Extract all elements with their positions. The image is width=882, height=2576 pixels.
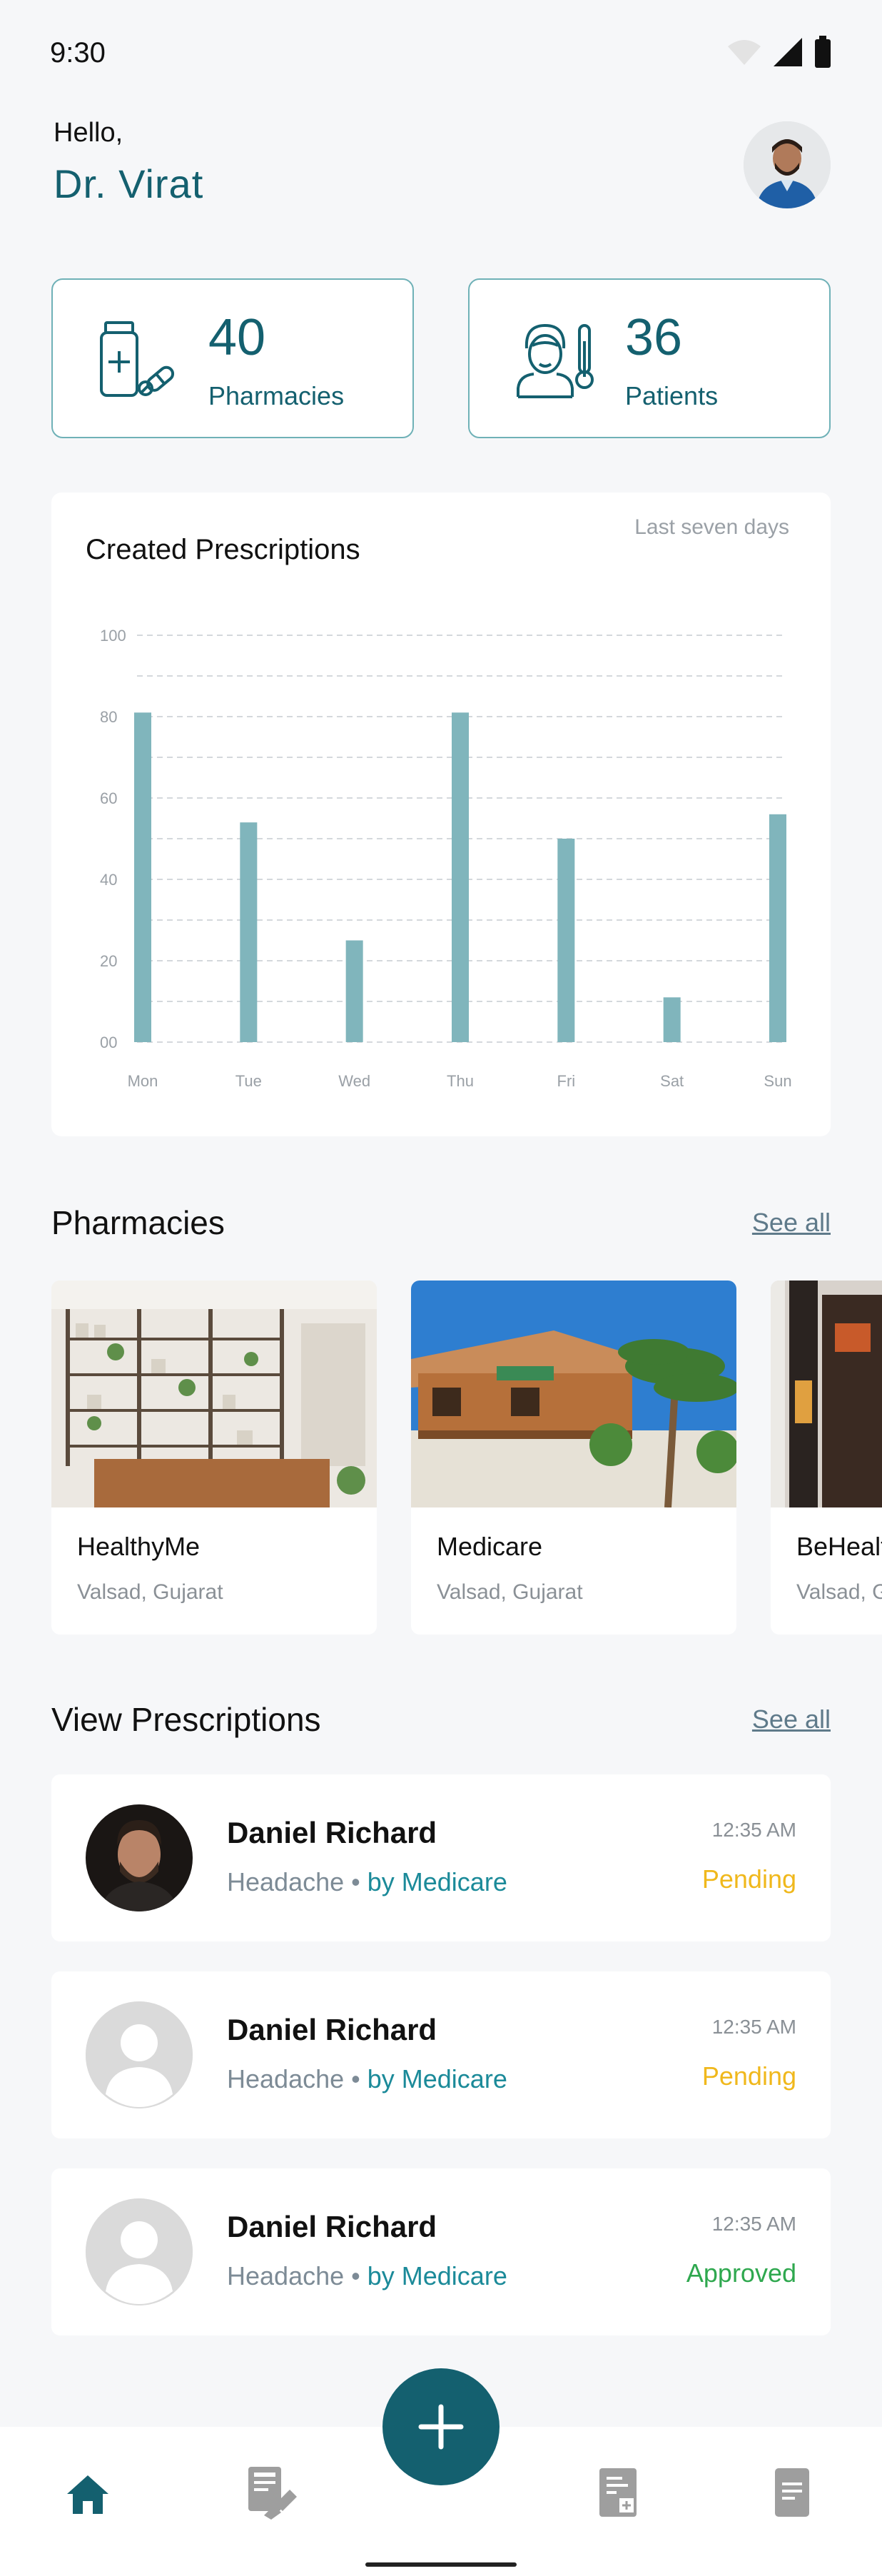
separator-dot: • [351, 2261, 360, 2290]
x-tick-label: Mon [128, 1072, 158, 1090]
pharmacies-see-all-link[interactable]: See all [752, 1208, 831, 1238]
bar-wed[interactable] [345, 940, 363, 1043]
status-pending: Pending [701, 2061, 796, 2091]
status-pending: Pending [701, 1864, 796, 1894]
pharmacy-location: Valsad, Gujarat [437, 1580, 583, 1604]
pharmacies-stat-card[interactable]: 40 Pharmacies [51, 278, 414, 438]
prescription-time: 12:35 AM [711, 2016, 796, 2038]
pills-bottle-icon [100, 321, 175, 397]
prescription-card[interactable]: Daniel Richard Headache • by Medicare 12:3… [51, 1971, 831, 2138]
separator-dot: • [351, 1867, 360, 1896]
y-tick-label: 60 [100, 789, 117, 807]
pharmacy-link[interactable]: by Medicare [368, 2064, 507, 2093]
patient-name: Daniel Richard [227, 2210, 437, 2243]
pharmacy-location: Valsad, G [796, 1580, 882, 1604]
plus-icon [418, 2404, 464, 2450]
y-tick-label: 40 [100, 871, 117, 889]
prescription-card[interactable]: Daniel Richard Headache • by Medicare 12:3… [51, 2168, 831, 2335]
pharmacy-name: Medicare [437, 1532, 543, 1561]
signal-icon [774, 38, 802, 66]
prescription-time: 12:35 AM [711, 2213, 796, 2235]
condition: Headache [227, 2064, 345, 2093]
chart-range-label[interactable]: Last seven days [634, 515, 789, 540]
y-tick-label: 80 [100, 708, 117, 726]
prescription-time: 12:35 AM [711, 1819, 796, 1841]
separator-dot: • [351, 2064, 360, 2093]
pharmacy-photo [771, 1281, 882, 1507]
pharmacy-name: BeHealt [796, 1532, 882, 1561]
document-icon[interactable] [774, 2467, 811, 2518]
bar-sun[interactable] [769, 814, 786, 1042]
prescriptions-chart-card: 00 20 40 60 80 100 Mon Tue Wed Thu Fri Sat Sun Creat… [51, 493, 831, 1136]
patient-thermometer-icon [517, 324, 594, 398]
prescription-meta: Headache • by Medicare [227, 2064, 507, 2094]
x-tick-label: Tue [235, 1072, 262, 1090]
patient-name: Daniel Richard [227, 2013, 437, 2046]
pharmacy-card[interactable]: HealthyMe Valsad, Gujarat [51, 1281, 377, 1635]
prescriptions-see-all-link[interactable]: See all [752, 1704, 831, 1734]
condition: Headache [227, 2261, 345, 2290]
placeholder-avatar [86, 2198, 193, 2305]
profile-avatar[interactable] [744, 121, 831, 208]
placeholder-avatar [86, 2001, 193, 2108]
x-tick-label: Wed [338, 1072, 370, 1090]
prescription-meta: Headache • by Medicare [227, 1867, 507, 1897]
x-tick-label: Sat [660, 1072, 684, 1090]
y-tick-label: 100 [100, 627, 126, 645]
x-tick-label: Thu [447, 1072, 474, 1090]
pharmacy-card[interactable]: Medicare Valsad, Gujarat [411, 1281, 736, 1635]
bar-fri[interactable] [557, 839, 575, 1042]
prescriptions-section-title: View Prescriptions [51, 1701, 321, 1738]
home-indicator [365, 2562, 517, 2567]
pharmacy-name: HealthyMe [77, 1532, 201, 1561]
patient-name: Daniel Richard [227, 1816, 437, 1849]
status-icons [726, 36, 832, 69]
greeting: Hello, [54, 118, 123, 148]
y-tick-label: 20 [100, 952, 117, 970]
home-icon[interactable] [66, 2474, 110, 2515]
doctor-name: Dr. Virat [54, 161, 204, 206]
bar-tue[interactable] [240, 822, 258, 1042]
pharmacies-section-title: Pharmacies [51, 1204, 225, 1241]
prescription-meta: Headache • by Medicare [227, 2261, 507, 2291]
x-tick-label: Fri [557, 1072, 576, 1090]
pharmacy-link[interactable]: by Medicare [368, 1867, 507, 1896]
pharmacy-photo [411, 1281, 736, 1507]
patients-count: 36 [625, 309, 683, 366]
pharmacies-count: 40 [208, 309, 266, 366]
x-tick-label: Sun [764, 1072, 791, 1090]
status-time: 9:30 [50, 37, 106, 69]
pharmacy-photo [51, 1281, 377, 1507]
wifi-icon [728, 40, 761, 65]
chart-title: Created Prescriptions [86, 534, 360, 565]
status-approved: Approved [686, 2258, 796, 2288]
bar-sat[interactable] [663, 997, 681, 1042]
pharmacy-location: Valsad, Gujarat [77, 1580, 223, 1604]
pharmacy-link[interactable]: by Medicare [368, 2261, 507, 2290]
bar-mon[interactable] [134, 712, 151, 1042]
bar-thu[interactable] [452, 712, 469, 1042]
prescription-edit-icon[interactable] [247, 2465, 298, 2520]
prescriptions-bar-chart: 00 20 40 60 80 100 Mon Tue Wed Thu Fri Sat Sun [100, 627, 792, 1090]
condition: Headache [227, 1867, 345, 1896]
pharmacies-label: Pharmacies [208, 381, 345, 410]
patients-label: Patients [625, 381, 719, 410]
add-prescription-fab[interactable] [382, 2368, 500, 2485]
document-add-icon[interactable] [598, 2467, 638, 2518]
battery-icon [815, 36, 831, 68]
pharmacy-card[interactable]: BeHealt Valsad, G [771, 1281, 882, 1635]
y-tick-label: 00 [100, 1034, 117, 1051]
patients-stat-card[interactable]: 36 Patients [468, 278, 831, 438]
patient-avatar [86, 1804, 193, 1911]
prescription-card[interactable]: Daniel Richard Headache • by Medicare 12:3… [51, 1774, 831, 1941]
